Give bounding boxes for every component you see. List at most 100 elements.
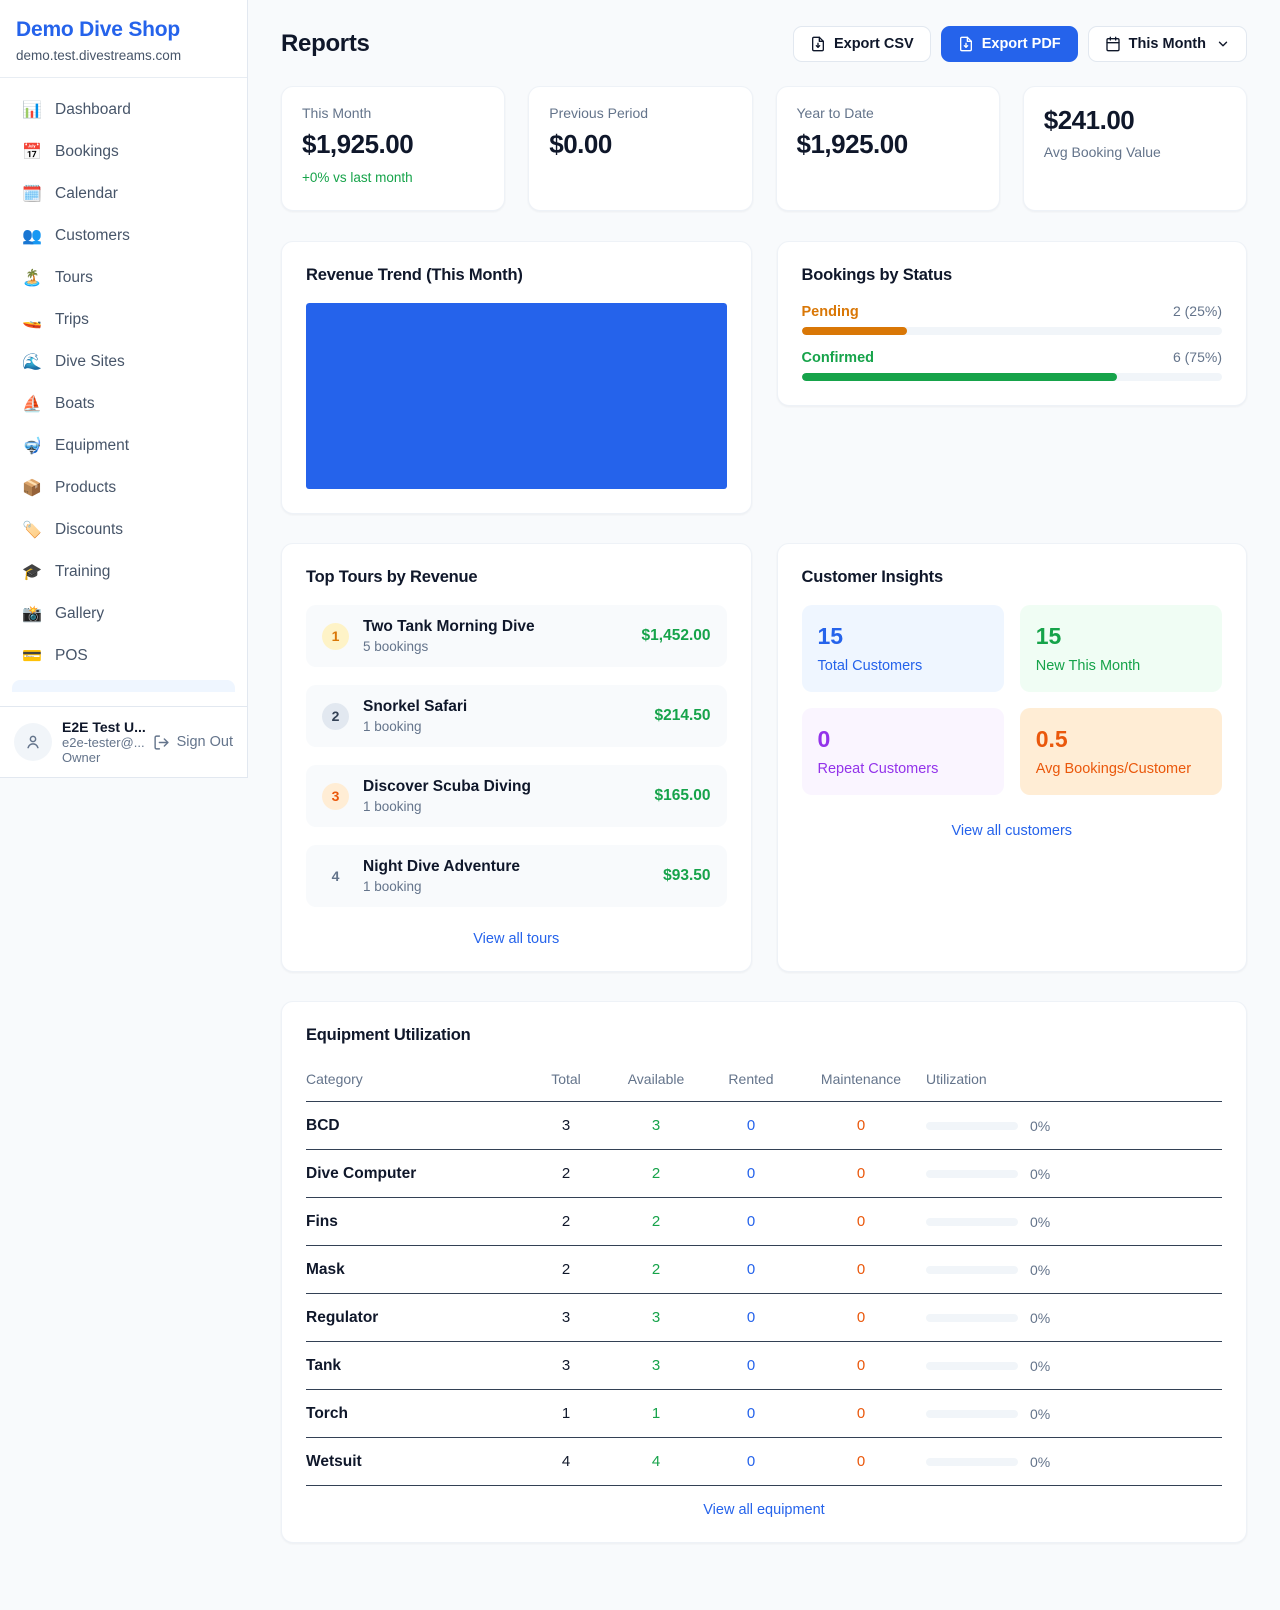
view-all-tours-link[interactable]: View all tours [306,925,727,947]
sidebar-item-boats[interactable]: ⛵ Boats [12,384,235,424]
progress-track [802,327,1223,335]
category-cell: Mask [306,1261,526,1279]
stat-label: Year to Date [797,105,979,121]
sidebar-item-calendar[interactable]: 🗓️ Calendar [12,174,235,214]
export-pdf-button[interactable]: Export PDF [941,26,1078,62]
sidebar-item-label: Dashboard [55,101,131,119]
sailboat-icon: ⛵ [22,394,42,414]
sidebar-item-label: Tours [55,269,93,287]
sidebar-item-customers[interactable]: 👥 Customers [12,216,235,256]
sign-out-button[interactable]: Sign Out [153,734,233,751]
sidebar-header: Demo Dive Shop demo.test.divestreams.com [0,0,247,78]
tile-total-customers: 15 Total Customers [802,605,1004,692]
sidebar-item-pos[interactable]: 💳 POS [12,636,235,676]
maintenance-cell: 0 [796,1165,926,1182]
table-row: Fins 2 2 0 0 0% [306,1198,1222,1246]
calendar-icon: 🗓️ [22,184,42,204]
stat-label: Avg Booking Value [1044,144,1226,160]
sidebar-item-label: Customers [55,227,130,245]
stat-card-previous-period: Previous Period $0.00 [528,86,752,211]
tour-name: Two Tank Morning Dive [363,618,535,636]
utilization-cell: 0% [926,1214,1222,1230]
package-icon: 📦 [22,478,42,498]
utilization-pct: 0% [1030,1262,1050,1278]
tile-label: New This Month [1036,658,1206,674]
sidebar-item-bookings[interactable]: 📅 Bookings [12,132,235,172]
utilization-pct: 0% [1030,1166,1050,1182]
tour-name: Night Dive Adventure [363,858,520,876]
table-row: Dive Computer 2 2 0 0 0% [306,1150,1222,1198]
sidebar-nav: 📊 Dashboard 📅 Bookings 🗓️ Calendar 👥 Cus… [0,78,247,678]
tour-bookings: 1 booking [363,719,467,734]
calendar-date-icon: 📅 [22,142,42,162]
sidebar-item-reports-partial[interactable] [12,680,235,692]
sidebar-item-dashboard[interactable]: 📊 Dashboard [12,90,235,130]
category-cell: Regulator [306,1309,526,1327]
sidebar-item-equipment[interactable]: 🤿 Equipment [12,426,235,466]
sidebar-item-gallery[interactable]: 📸 Gallery [12,594,235,634]
revenue-trend-card: Revenue Trend (This Month) [281,241,752,514]
tile-label: Total Customers [818,658,988,674]
sidebar-item-tours[interactable]: 🏝️ Tours [12,258,235,298]
island-icon: 🏝️ [22,268,42,288]
tour-revenue: $214.50 [654,707,710,725]
status-count: 2 (25%) [1173,303,1222,319]
sidebar-item-discounts[interactable]: 🏷️ Discounts [12,510,235,550]
category-cell: Tank [306,1357,526,1375]
list-item: 1 Two Tank Morning Dive 5 bookings $1,45… [306,605,727,667]
card-title: Revenue Trend (This Month) [306,266,727,285]
tag-icon: 🏷️ [22,520,42,540]
total-cell: 3 [526,1357,606,1374]
maintenance-cell: 0 [796,1453,926,1470]
column-header: Available [606,1071,706,1087]
tile-label: Repeat Customers [818,761,988,777]
user-role: Owner [62,750,143,765]
bookings-by-status-card: Bookings by Status Pending 2 (25%) Confi… [777,241,1248,406]
sidebar: Demo Dive Shop demo.test.divestreams.com… [0,0,248,778]
revenue-trend-chart [306,303,727,489]
sidebar-item-trips[interactable]: 🚤 Trips [12,300,235,340]
sidebar-item-label: Products [55,479,116,497]
column-header: Category [306,1071,526,1087]
tile-repeat-customers: 0 Repeat Customers [802,708,1004,795]
export-csv-button[interactable]: Export CSV [793,26,931,62]
view-all-equipment-link[interactable]: View all equipment [306,1486,1222,1524]
available-cell: 3 [606,1117,706,1134]
user-name: E2E Test U... [62,719,143,735]
rented-cell: 0 [706,1261,796,1278]
card-title: Bookings by Status [802,266,1223,285]
maintenance-cell: 0 [796,1213,926,1230]
sidebar-item-training[interactable]: 🎓 Training [12,552,235,592]
tour-bookings: 1 booking [363,879,520,894]
list-item: 2 Snorkel Safari 1 booking $214.50 [306,685,727,747]
tour-name: Snorkel Safari [363,698,467,716]
rank-badge: 4 [322,863,349,890]
view-all-customers-link[interactable]: View all customers [802,817,1223,839]
user-meta: E2E Test U... e2e-tester@... Owner [62,719,143,765]
stat-card-this-month: This Month $1,925.00 +0% vs last month [281,86,505,211]
period-dropdown[interactable]: This Month [1088,26,1247,62]
sidebar-item-label: Bookings [55,143,119,161]
maintenance-cell: 0 [796,1117,926,1134]
rented-cell: 0 [706,1453,796,1470]
sidebar-item-dive-sites[interactable]: 🌊 Dive Sites [12,342,235,382]
category-cell: BCD [306,1117,526,1135]
export-pdf-label: Export PDF [982,36,1061,52]
table-row: Tank 3 3 0 0 0% [306,1342,1222,1390]
utilization-pct: 0% [1030,1214,1050,1230]
utilization-cell: 0% [926,1454,1222,1470]
tile-value: 15 [818,623,988,650]
shop-domain: demo.test.divestreams.com [16,48,231,63]
user-email: e2e-tester@... [62,735,143,750]
rented-cell: 0 [706,1165,796,1182]
rented-cell: 0 [706,1213,796,1230]
sidebar-item-label: Calendar [55,185,118,203]
sidebar-item-products[interactable]: 📦 Products [12,468,235,508]
file-download-icon [958,36,974,52]
maintenance-cell: 0 [796,1357,926,1374]
person-icon [24,733,42,751]
progress-fill [802,373,1117,381]
user-footer: E2E Test U... e2e-tester@... Owner Sign … [0,706,247,777]
category-cell: Torch [306,1405,526,1423]
utilization-cell: 0% [926,1166,1222,1182]
